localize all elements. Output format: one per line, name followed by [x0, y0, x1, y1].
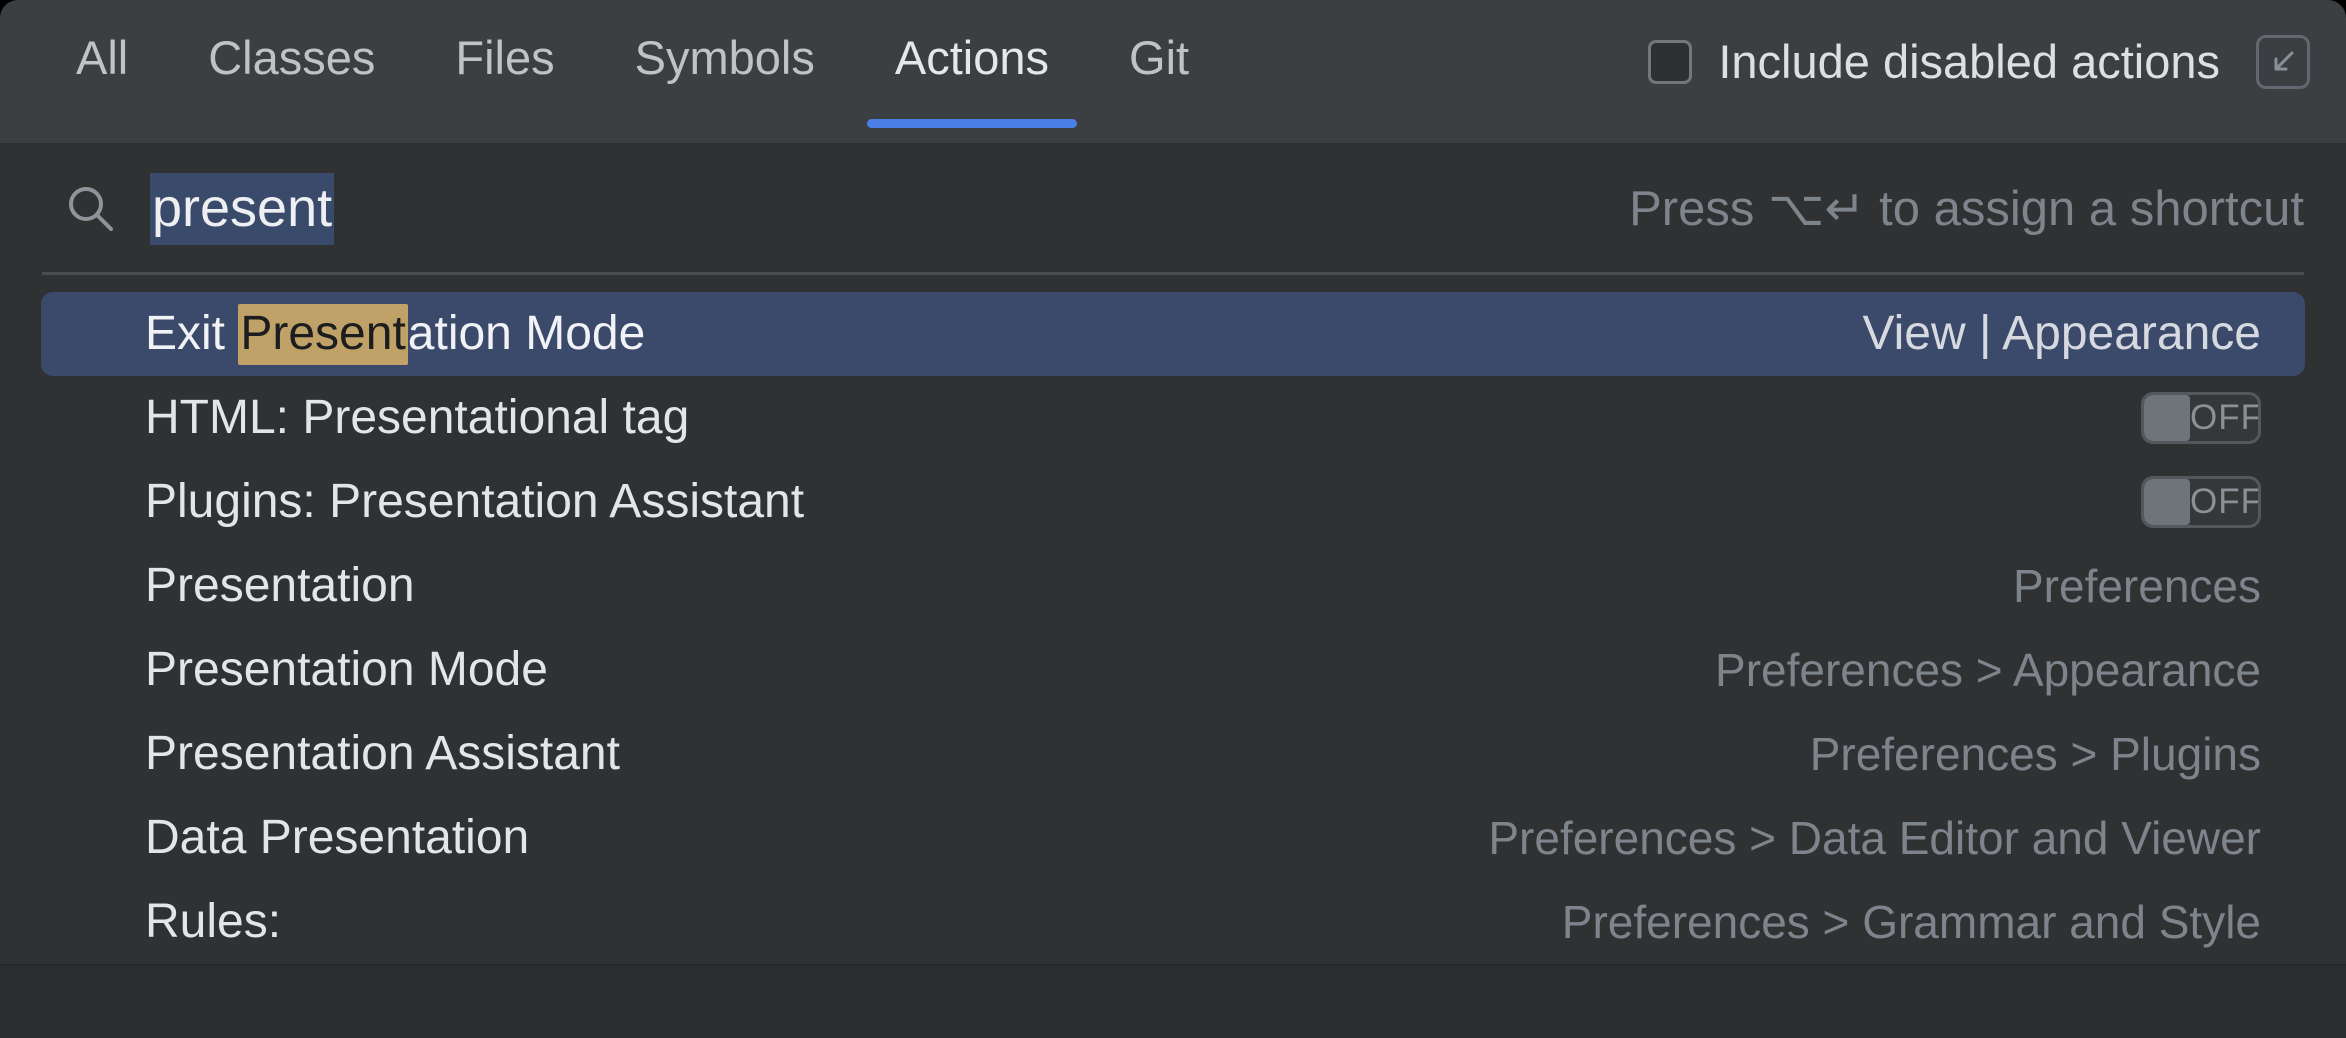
result-title: Presentation Mode: [41, 641, 548, 699]
result-title-suffix: ation Mode: [407, 307, 646, 360]
result-title: Plugins: Presentation Assistant: [41, 473, 804, 531]
tab-label: Git: [1129, 31, 1190, 84]
search-row[interactable]: present Press ⌥↵ to assign a shortcut: [0, 143, 2346, 275]
tab-label: Classes: [208, 31, 376, 84]
result-title: Data Presentation: [41, 809, 529, 867]
result-location-label: Preferences > Grammar and Style: [1561, 896, 2261, 948]
result-location-label: Preferences: [2012, 560, 2261, 612]
include-disabled-actions-checkbox[interactable]: [1648, 40, 1693, 84]
result-toggle-switch[interactable]: OFF: [2141, 392, 2261, 444]
result-location-label: Preferences > Data Editor and Viewer: [1488, 812, 2261, 864]
search-icon: [64, 182, 118, 236]
result-row[interactable]: HTML: Presentational tag OFF: [41, 376, 2305, 460]
results-list: Exit Presentation Mode View | Appearance H…: [0, 275, 2346, 964]
toggle-knob: [2144, 395, 2190, 441]
toggle-knob: [2144, 479, 2190, 525]
result-title: HTML: Presentational tag: [41, 389, 689, 447]
result-row[interactable]: Presentation Assistant Preferences > Plug…: [41, 712, 2305, 796]
result-title-prefix: Data Presentation: [145, 811, 530, 864]
result-title-prefix: Presentation Mode: [145, 643, 548, 696]
tab-git[interactable]: Git: [1123, 28, 1195, 88]
arrow-down-left-icon[interactable]: [2256, 35, 2310, 89]
result-title: Presentation Assistant: [41, 725, 620, 783]
result-toggle-switch[interactable]: OFF: [2141, 476, 2261, 528]
tab-symbols[interactable]: Symbols: [629, 28, 821, 88]
result-row[interactable]: Rules: Preferences > Grammar and Style: [41, 880, 2305, 964]
result-location-label: Preferences > Appearance: [1715, 644, 2261, 696]
result-title-prefix: Plugins: Presentation Assistant: [145, 475, 805, 528]
result-title-prefix: Rules:: [145, 895, 282, 948]
tab-label: Symbols: [634, 31, 815, 84]
tab-files[interactable]: Files: [449, 28, 560, 88]
result-title-prefix: Presentation: [145, 559, 415, 612]
shortcut-hint: Press ⌥↵ to assign a shortcut: [1629, 182, 2304, 236]
search-everywhere-window: All Classes Files Symbols Actions Git Include…: [0, 0, 2346, 1038]
result-title: Presentation: [41, 557, 415, 615]
result-row[interactable]: Data Presentation Preferences > Data Edit…: [41, 796, 2305, 880]
result-row[interactable]: Presentation Preferences: [41, 544, 2305, 628]
tab-actions[interactable]: Actions: [866, 28, 1078, 128]
result-title-prefix: HTML: Presentational tag: [145, 391, 690, 444]
footer-bar: [0, 964, 2346, 1038]
toggle-state-label: OFF: [2190, 398, 2261, 437]
tab-label: All: [76, 31, 129, 84]
result-title: Exit Presentation Mode: [41, 304, 646, 365]
result-title-prefix: Exit: [145, 307, 239, 360]
toggle-state-label: OFF: [2190, 482, 2261, 521]
header-right-controls: Include disabled actions: [1648, 32, 2310, 92]
tab-active-underline: [866, 119, 1078, 128]
result-row[interactable]: Presentation Mode Preferences > Appearanc…: [41, 628, 2305, 712]
tab-label: Files: [455, 31, 555, 84]
tab-classes[interactable]: Classes: [202, 28, 381, 88]
result-location-label: View | Appearance: [1862, 307, 2261, 360]
tab-strip: All Classes Files Symbols Actions Git Include…: [0, 0, 2346, 143]
tab-label: Actions: [894, 31, 1050, 84]
result-title: Rules:: [41, 893, 281, 951]
tab-all[interactable]: All: [70, 28, 134, 88]
result-location-label: Preferences > Plugins: [1809, 728, 2261, 780]
include-disabled-actions-label[interactable]: Include disabled actions: [1718, 34, 2220, 90]
result-row[interactable]: Exit Presentation Mode View | Appearance: [41, 292, 2305, 376]
result-row[interactable]: Plugins: Presentation Assistant OFF: [41, 460, 2305, 544]
search-input[interactable]: present: [150, 173, 335, 245]
result-title-match: Present: [238, 304, 408, 365]
result-title-prefix: Presentation Assistant: [145, 727, 620, 780]
